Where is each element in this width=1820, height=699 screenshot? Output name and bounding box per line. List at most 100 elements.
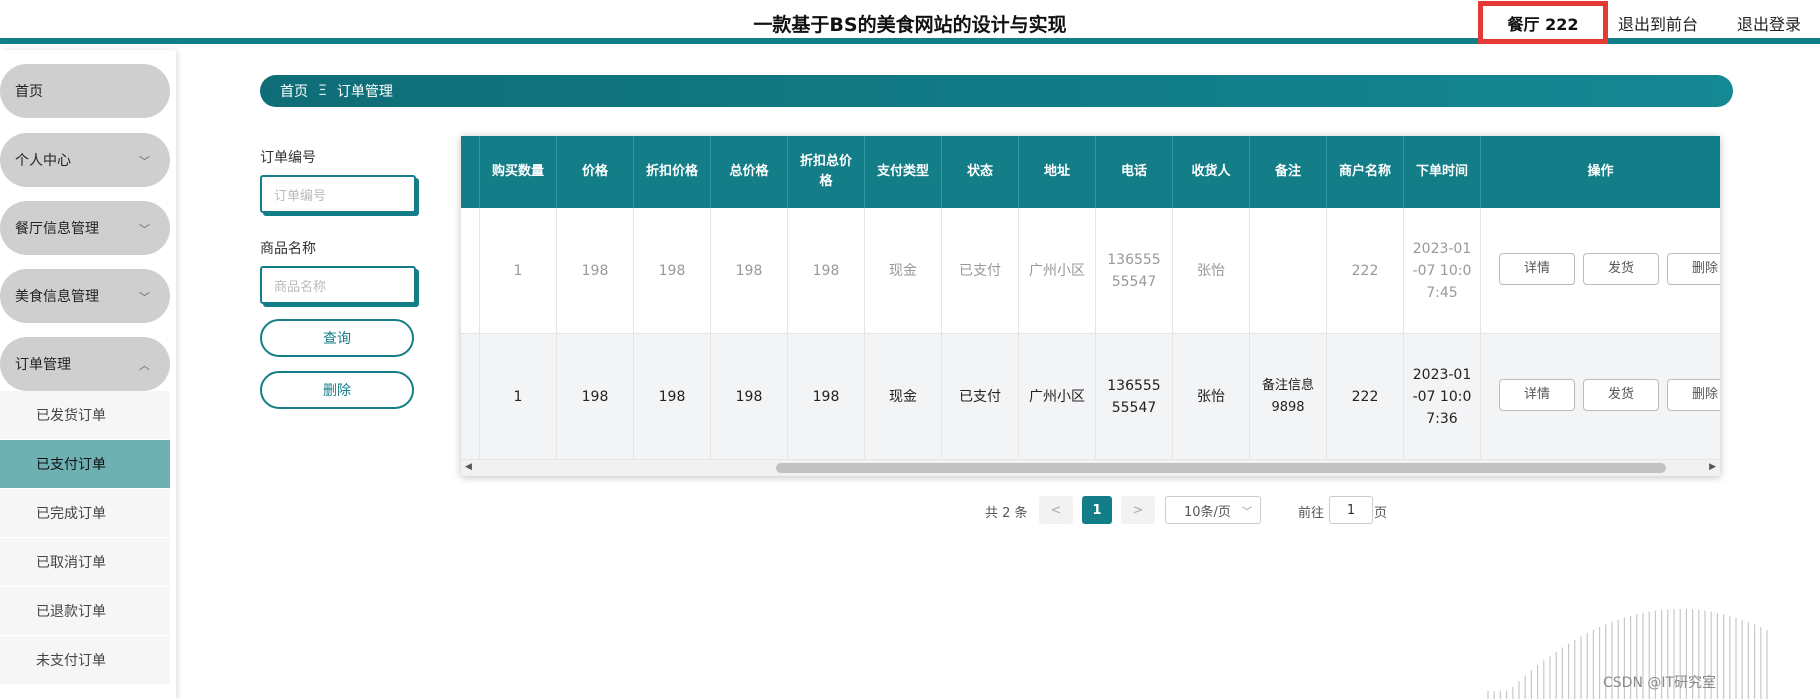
sidebar-item-order-management[interactable]: 订单管理 ︿ [0, 337, 170, 391]
sidebar-item-label: 首页 [15, 84, 43, 100]
phone-cell: 13655555547 [1096, 208, 1173, 334]
current-user-label: 餐厅 222 [1478, 1, 1608, 44]
page-number-button[interactable]: 1 [1082, 496, 1112, 524]
table-header: 购买数量 价格 折扣价格 总价格 折扣总价格 支付类型 状态 地址 电话 收货人… [461, 136, 1720, 208]
sidebar-item-home[interactable]: 首页 [0, 64, 170, 118]
submenu-item-unpaid-orders[interactable]: 未支付订单 [0, 636, 170, 684]
discount-price-cell: 198 [634, 208, 711, 334]
product-name-label: 商品名称 [260, 241, 316, 257]
column-header: 折扣总价格 [788, 136, 865, 208]
submenu-item-label: 已发货订单 [36, 408, 106, 424]
breadcrumb-separator-icon: Ξ [318, 83, 327, 99]
address-cell: 广州小区 [1019, 334, 1096, 460]
order-time-cell: 2023-01-07 10:07:45 [1404, 208, 1481, 334]
discount-price-cell: 198 [634, 334, 711, 460]
logout-button[interactable]: 退出登录 [1737, 11, 1801, 35]
ship-button[interactable]: 发货 [1583, 253, 1659, 285]
sidebar-item-restaurant-info[interactable]: 餐厅信息管理 ﹀ [0, 201, 170, 255]
price-cell: 198 [557, 334, 634, 460]
detail-button[interactable]: 详情 [1499, 253, 1575, 285]
submenu-item-shipped-orders[interactable]: 已发货订单 [0, 391, 170, 439]
prev-page-button[interactable]: < [1039, 496, 1073, 524]
exit-to-front-button[interactable]: 退出到前台 [1618, 11, 1698, 35]
status-cell: 已支付 [942, 208, 1019, 334]
submenu-item-label: 已退款订单 [36, 604, 106, 620]
watermark: CSDN @IT研究室 [1603, 675, 1717, 691]
chevron-down-icon: ﹀ [139, 155, 150, 168]
submenu-item-cancelled-orders[interactable]: 已取消订单 [0, 538, 170, 586]
status-cell: 已支付 [942, 334, 1019, 460]
actions-cell: 详情 发货 删除 [1481, 208, 1720, 334]
breadcrumb: 首页 Ξ 订单管理 [260, 75, 1733, 107]
scroll-left-icon[interactable]: ◀ [465, 462, 472, 472]
actions-cell: 详情 发货 删除 [1481, 334, 1720, 460]
price-cell: 198 [557, 208, 634, 334]
page-unit-label: 页 [1374, 506, 1388, 521]
receiver-cell: 张怡 [1173, 208, 1250, 334]
merchant-cell: 222 [1327, 334, 1404, 460]
delete-button[interactable]: 删除 [1667, 253, 1720, 285]
order-no-input[interactable]: 订单编号 [260, 175, 416, 213]
merchant-cell: 222 [1327, 208, 1404, 334]
sidebar-item-label: 餐厅信息管理 [15, 221, 99, 237]
delete-button[interactable]: 删除 [1667, 379, 1720, 411]
total-price-cell: 198 [711, 208, 788, 334]
breadcrumb-home-link[interactable]: 首页 [280, 81, 308, 101]
chevron-down-icon: ﹀ [139, 291, 150, 304]
receiver-cell: 张怡 [1173, 334, 1250, 460]
column-header: 地址 [1019, 136, 1096, 208]
scrollbar-thumb[interactable] [776, 463, 1666, 473]
product-name-input[interactable]: 商品名称 [260, 266, 416, 304]
select-cell [461, 334, 480, 460]
chevron-up-icon: ︿ [139, 359, 150, 372]
next-page-button[interactable]: > [1121, 496, 1155, 524]
phone-cell: 13655555547 [1096, 334, 1173, 460]
total-price-cell: 198 [711, 334, 788, 460]
sidebar: 首页 个人中心 ﹀ 餐厅信息管理 ﹀ 美食信息管理 ﹀ 订单管理 ︿ 已发货订单… [0, 50, 176, 699]
sidebar-item-personal-center[interactable]: 个人中心 ﹀ [0, 133, 170, 187]
chevron-down-icon: ﹀ [1242, 507, 1252, 518]
table-row: 1 198 198 198 198 现金 已支付 广州小区 1365555554… [461, 208, 1720, 334]
submenu-item-label: 已支付订单 [36, 457, 106, 473]
submenu-item-refunded-orders[interactable]: 已退款订单 [0, 587, 170, 635]
detail-button[interactable]: 详情 [1499, 379, 1575, 411]
submenu-item-completed-orders[interactable]: 已完成订单 [0, 489, 170, 537]
query-button[interactable]: 查询 [260, 319, 414, 357]
column-header: 状态 [942, 136, 1019, 208]
sidebar-item-label: 个人中心 [15, 153, 71, 169]
remark-cell [1250, 208, 1327, 334]
submenu-item-paid-orders[interactable]: 已支付订单 [0, 440, 170, 488]
column-header: 价格 [557, 136, 634, 208]
submenu-item-label: 已完成订单 [36, 506, 106, 522]
column-header: 购买数量 [480, 136, 557, 208]
column-header: 电话 [1096, 136, 1173, 208]
quantity-cell: 1 [480, 208, 557, 334]
column-header: 收货人 [1173, 136, 1250, 208]
column-header: 下单时间 [1404, 136, 1481, 208]
discount-total-cell: 198 [788, 208, 865, 334]
quantity-cell: 1 [480, 334, 557, 460]
order-time-cell: 2023-01-07 10:07:36 [1404, 334, 1481, 460]
remark-cell: 备注信息9898 [1250, 334, 1327, 460]
page-size-value: 10条/页 [1184, 504, 1231, 520]
ship-button[interactable]: 发货 [1583, 379, 1659, 411]
column-header: 商户名称 [1327, 136, 1404, 208]
pagination-total: 共 2 条 [985, 506, 1028, 521]
table-row: 1 198 198 198 198 现金 已支付 广州小区 1365555554… [461, 334, 1720, 460]
payment-type-cell: 现金 [865, 334, 942, 460]
sidebar-item-label: 美食信息管理 [15, 289, 99, 305]
orders-table: 购买数量 价格 折扣价格 总价格 折扣总价格 支付类型 状态 地址 电话 收货人… [461, 136, 1720, 476]
goto-page-input[interactable]: 1 [1329, 496, 1373, 524]
select-column-header [461, 136, 480, 208]
address-cell: 广州小区 [1019, 208, 1096, 334]
column-header: 备注 [1250, 136, 1327, 208]
sidebar-item-label: 订单管理 [15, 357, 71, 373]
top-header: 一款基于BS的美食网站的设计与实现 餐厅 222 退出到前台 退出登录 [0, 0, 1820, 44]
horizontal-scrollbar[interactable]: ◀ ▶ [461, 460, 1720, 476]
sidebar-item-food-info[interactable]: 美食信息管理 ﹀ [0, 269, 170, 323]
batch-delete-button[interactable]: 删除 [260, 371, 414, 409]
page-size-select[interactable]: 10条/页 ﹀ [1165, 496, 1261, 524]
chevron-down-icon: ﹀ [139, 223, 150, 236]
scroll-right-icon[interactable]: ▶ [1709, 462, 1716, 472]
payment-type-cell: 现金 [865, 208, 942, 334]
